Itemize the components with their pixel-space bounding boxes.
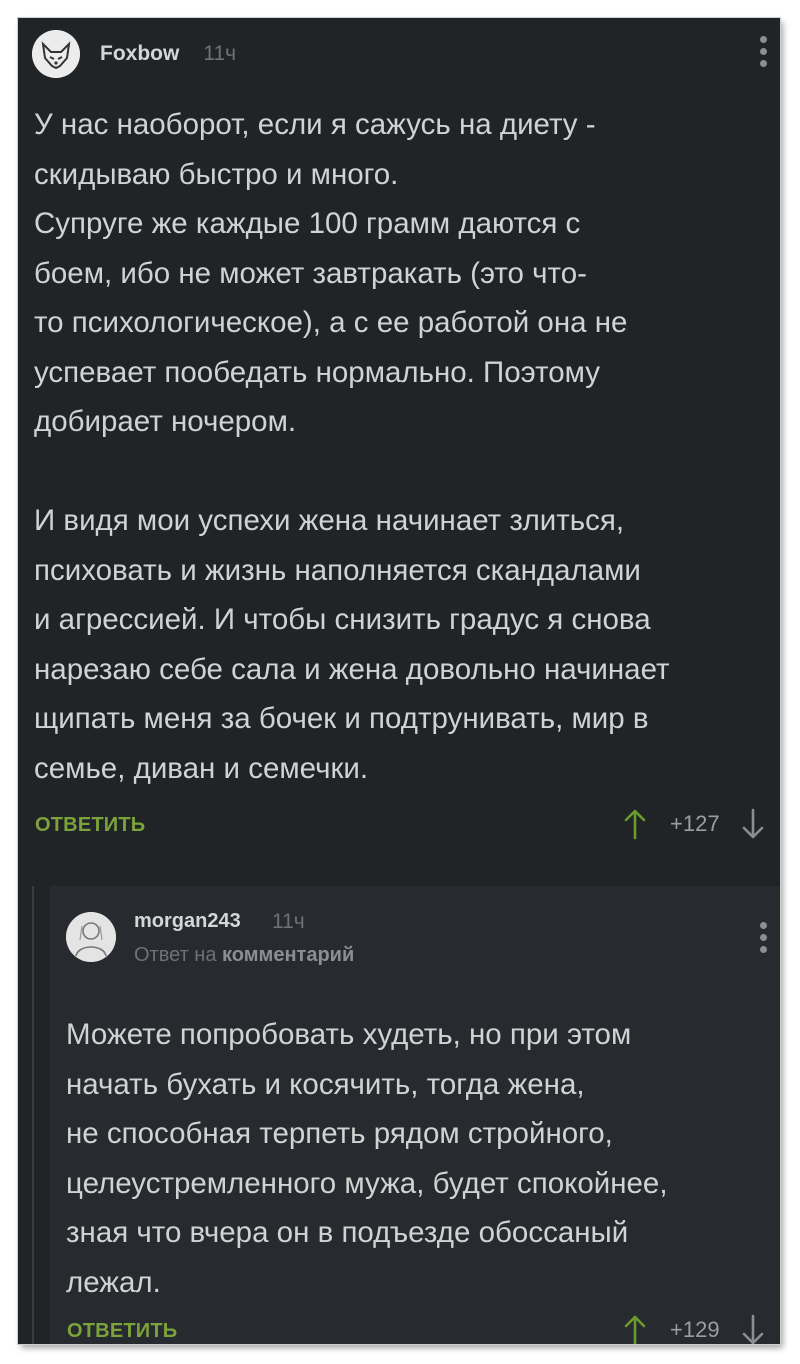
user-avatar-icon[interactable] xyxy=(66,912,116,962)
reply-vote: +129 xyxy=(624,1314,764,1344)
reply-to-line: Ответ на комментарий xyxy=(134,944,354,967)
reply-comment: morgan243 11ч Ответ на комментарий Может… xyxy=(50,886,780,1344)
comment-thread: Foxbow 11ч У нас наоборот, если я сажусь… xyxy=(18,18,780,1344)
reply-to-prefix: Ответ на xyxy=(134,944,217,966)
arrow-up-icon[interactable] xyxy=(624,1314,646,1344)
comment-text: У нас наоборот, если я сажусь на диету -… xyxy=(34,108,670,785)
arrow-up-icon[interactable] xyxy=(624,808,646,840)
reply-time: 11ч xyxy=(272,910,305,933)
comment-vote: +127 xyxy=(624,808,764,840)
arrow-down-icon[interactable] xyxy=(742,808,764,840)
reply-button[interactable]: ОТВЕТИТЬ xyxy=(35,814,145,837)
comment-header: Foxbow 11ч xyxy=(32,30,236,78)
reply-button[interactable]: ОТВЕТИТЬ xyxy=(67,1320,177,1343)
more-vertical-icon[interactable] xyxy=(759,36,767,67)
comment-time: 11ч xyxy=(203,42,237,65)
reply-rating: +129 xyxy=(670,1317,720,1342)
reply-header xyxy=(66,912,116,962)
reply-text: Можете попробовать худеть, но при этом н… xyxy=(66,1018,668,1299)
more-vertical-icon[interactable] xyxy=(759,922,767,953)
comment-author[interactable]: Foxbow xyxy=(100,42,179,66)
reply-to-link[interactable]: комментарий xyxy=(222,944,354,966)
fox-avatar-icon[interactable] xyxy=(32,30,80,78)
arrow-down-icon[interactable] xyxy=(742,1314,764,1344)
thread-line xyxy=(32,886,34,1344)
comment-rating: +127 xyxy=(670,811,720,836)
reply-author[interactable]: morgan243 xyxy=(134,910,241,933)
